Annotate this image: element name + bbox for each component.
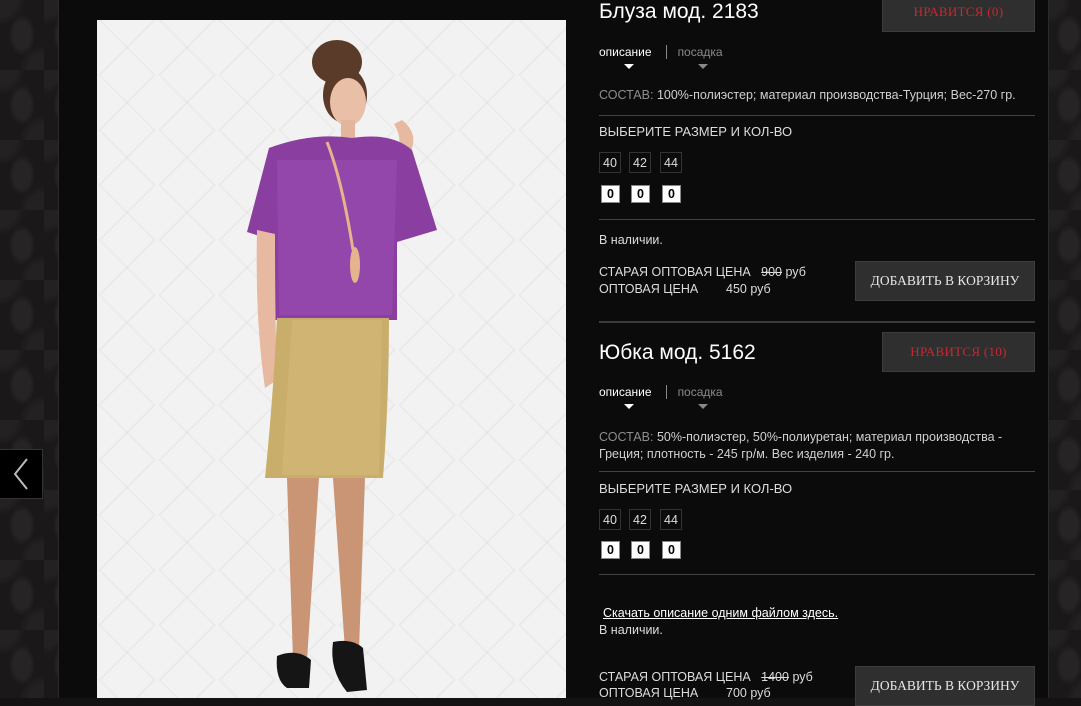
caret-down-icon bbox=[624, 64, 634, 69]
product-tabs: описание посадка bbox=[599, 45, 733, 69]
quantity-input[interactable]: 0 bbox=[631, 185, 650, 203]
add-to-cart-button[interactable]: ДОБАВИТЬ В КОРЗИНУ bbox=[855, 261, 1035, 301]
composition-text: 50%-полиэстер, 50%-полиуретан; материал … bbox=[599, 430, 1003, 461]
quantity-input[interactable]: 0 bbox=[601, 541, 620, 559]
composition-text: 100%-полиэстер; материал производства-Ту… bbox=[656, 88, 1016, 102]
product-title: Блуза мод. 2183 bbox=[599, 0, 759, 23]
price-label: ОПТОВАЯ ЦЕНА bbox=[599, 282, 699, 296]
size-option[interactable]: 42 bbox=[629, 509, 651, 530]
divider bbox=[599, 574, 1035, 575]
composition: СОСТАВ: 100%-полиэстер; материал произво… bbox=[599, 87, 1035, 104]
composition: СОСТАВ: 50%-полиэстер, 50%-полиуретан; м… bbox=[599, 429, 1035, 463]
stock-status: В наличии. bbox=[599, 623, 663, 637]
chevron-left-icon bbox=[13, 458, 28, 490]
divider bbox=[599, 219, 1035, 220]
size-option[interactable]: 40 bbox=[599, 509, 621, 530]
old-price-row: СТАРАЯ ОПТОВАЯ ЦЕНА 900 руб bbox=[599, 265, 806, 279]
currency: руб bbox=[750, 282, 771, 296]
background-pattern-left bbox=[0, 0, 58, 698]
old-price-row: СТАРАЯ ОПТОВАЯ ЦЕНА 1400 руб bbox=[599, 670, 813, 684]
caret-down-icon bbox=[624, 404, 634, 409]
price-row: ОПТОВАЯ ЦЕНА 450 руб bbox=[599, 282, 771, 296]
size-option[interactable]: 44 bbox=[660, 509, 682, 530]
divider bbox=[599, 115, 1035, 116]
product-photo bbox=[97, 20, 566, 698]
quantity-input[interactable]: 0 bbox=[662, 185, 681, 203]
product-tabs: описание посадка bbox=[599, 385, 733, 409]
previous-slide-button[interactable] bbox=[0, 449, 43, 499]
divider bbox=[599, 471, 1035, 472]
currency: руб bbox=[785, 265, 806, 279]
background-pattern-right bbox=[1047, 0, 1081, 698]
size-option[interactable]: 40 bbox=[599, 152, 621, 173]
like-button[interactable]: НРАВИТСЯ (10) bbox=[882, 332, 1035, 372]
size-heading: ВЫБЕРИТЕ РАЗМЕР И КОЛ-ВО bbox=[599, 124, 793, 139]
price-value: 450 bbox=[726, 282, 747, 296]
tab-description[interactable]: описание bbox=[599, 45, 667, 69]
tab-description[interactable]: описание bbox=[599, 385, 667, 409]
composition-label: СОСТАВ: bbox=[599, 88, 654, 102]
old-price-label: СТАРАЯ ОПТОВАЯ ЦЕНА bbox=[599, 265, 751, 279]
composition-label: СОСТАВ: bbox=[599, 430, 654, 444]
quantity-input[interactable]: 0 bbox=[601, 185, 620, 203]
caret-down-icon bbox=[697, 64, 708, 69]
old-price-label: СТАРАЯ ОПТОВАЯ ЦЕНА bbox=[599, 670, 751, 684]
tab-fit[interactable]: посадка bbox=[667, 45, 733, 69]
like-button[interactable]: НРАВИТСЯ (0) bbox=[882, 0, 1035, 32]
tab-fit[interactable]: посадка bbox=[667, 385, 733, 409]
size-option[interactable]: 42 bbox=[629, 152, 651, 173]
stock-status: В наличии. bbox=[599, 233, 663, 247]
model-illustration bbox=[247, 40, 437, 692]
old-price-value: 900 bbox=[761, 265, 783, 279]
size-option[interactable]: 44 bbox=[660, 152, 682, 173]
size-heading: ВЫБЕРИТЕ РАЗМЕР И КОЛ-ВО bbox=[599, 481, 793, 496]
currency: руб bbox=[792, 670, 813, 684]
old-price-value: 1400 bbox=[761, 670, 789, 684]
download-description-link[interactable]: Скачать описание одним файлом здесь. bbox=[603, 606, 838, 620]
quantity-input[interactable]: 0 bbox=[662, 541, 681, 559]
add-to-cart-button[interactable]: ДОБАВИТЬ В КОРЗИНУ bbox=[855, 666, 1035, 706]
product-separator bbox=[599, 321, 1035, 323]
caret-down-icon bbox=[697, 404, 708, 409]
product-title: Юбка мод. 5162 bbox=[599, 341, 756, 364]
quantity-input[interactable]: 0 bbox=[631, 541, 650, 559]
